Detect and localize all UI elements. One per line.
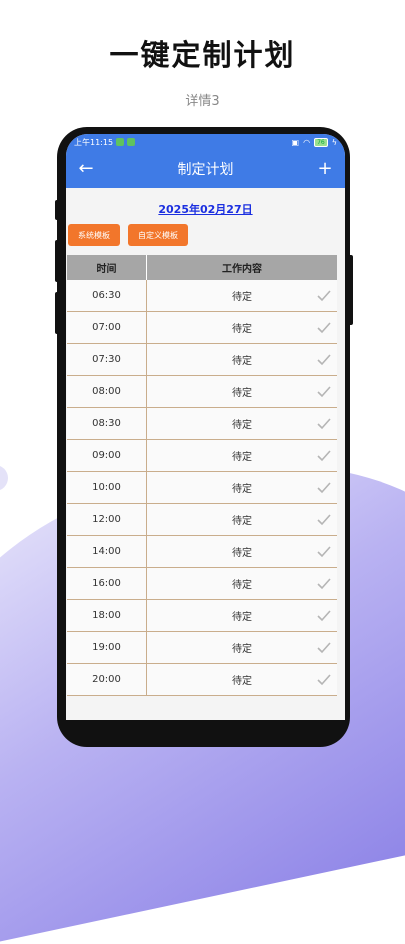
checkmark-icon[interactable]	[317, 385, 331, 399]
back-arrow-icon[interactable]: ←	[76, 160, 96, 178]
date-picker-link[interactable]: 2025年02月27日	[158, 203, 252, 216]
table-row[interactable]: 16:00 待定	[67, 568, 337, 600]
row-task[interactable]: 待定	[147, 408, 337, 439]
row-time: 08:30	[67, 408, 147, 439]
table-row[interactable]: 07:00 待定	[67, 312, 337, 344]
promo-headline: 一键定制计划	[109, 38, 296, 72]
phone-side-button	[55, 292, 60, 334]
row-task[interactable]: 待定	[147, 504, 337, 535]
checkmark-icon[interactable]	[317, 513, 331, 527]
checkmark-icon[interactable]	[317, 673, 331, 687]
checkmark-icon[interactable]	[317, 353, 331, 367]
checkmark-icon[interactable]	[317, 577, 331, 591]
row-task-label: 待定	[232, 516, 252, 527]
row-task[interactable]: 待定	[147, 280, 337, 311]
checkmark-icon[interactable]	[317, 289, 331, 303]
phone-side-button	[55, 200, 60, 220]
table-header: 时间 工作内容	[67, 255, 337, 280]
schedule-table: 时间 工作内容 06:30 待定 07:00 待定 07:30 待定 08:00 待定 08:3…	[67, 255, 337, 696]
row-task-label: 待定	[232, 612, 252, 623]
row-task-label: 待定	[232, 292, 252, 303]
app-bar: ← 制定计划 +	[66, 150, 345, 188]
notification-icon	[116, 138, 125, 146]
row-time: 09:00	[67, 440, 147, 471]
checkmark-icon[interactable]	[317, 321, 331, 335]
table-row[interactable]: 10:00 待定	[67, 472, 337, 504]
row-time: 19:00	[67, 632, 147, 663]
row-task-label: 待定	[232, 420, 252, 431]
row-time: 10:00	[67, 472, 147, 503]
row-task[interactable]: 待定	[147, 472, 337, 503]
row-time: 07:00	[67, 312, 147, 343]
sim-icon: ▣	[291, 137, 300, 147]
row-time: 20:00	[67, 664, 147, 695]
checkmark-icon[interactable]	[317, 641, 331, 655]
phone-screen: 上午11:15 ▣ ◠ 76 ϟ ← 制定计划 + 2025年02月27日 系统…	[66, 134, 345, 720]
header-time: 时间	[96, 264, 117, 275]
row-task[interactable]: 待定	[147, 440, 337, 471]
row-task-label: 待定	[232, 324, 252, 335]
row-task[interactable]: 待定	[147, 536, 337, 567]
table-row[interactable]: 18:00 待定	[67, 600, 337, 632]
checkmark-icon[interactable]	[317, 417, 331, 431]
system-template-button[interactable]: 系统模板	[68, 224, 120, 246]
status-time: 上午11:15	[74, 137, 114, 147]
add-icon[interactable]: +	[315, 160, 335, 178]
row-task-label: 待定	[232, 452, 252, 463]
background-dot	[0, 465, 8, 491]
row-time: 07:30	[67, 344, 147, 375]
phone-side-button	[348, 255, 353, 325]
promo-subline: 详情3	[185, 94, 220, 109]
row-task[interactable]: 待定	[147, 376, 337, 407]
custom-template-button[interactable]: 自定义模板	[128, 224, 188, 246]
row-time: 08:00	[67, 376, 147, 407]
table-row[interactable]: 19:00 待定	[67, 632, 337, 664]
table-row[interactable]: 12:00 待定	[67, 504, 337, 536]
row-task-label: 待定	[232, 388, 252, 399]
row-time: 18:00	[67, 600, 147, 631]
row-task[interactable]: 待定	[147, 632, 337, 663]
row-time: 14:00	[67, 536, 147, 567]
battery-icon: 76	[314, 137, 328, 147]
table-row[interactable]: 08:00 待定	[67, 376, 337, 408]
table-row[interactable]: 09:00 待定	[67, 440, 337, 472]
row-time: 16:00	[67, 568, 147, 599]
table-row[interactable]: 07:30 待定	[67, 344, 337, 376]
table-row[interactable]: 14:00 待定	[67, 536, 337, 568]
row-task[interactable]: 待定	[147, 312, 337, 343]
notification-icon	[127, 138, 136, 146]
row-task-label: 待定	[232, 644, 252, 655]
row-time: 12:00	[67, 504, 147, 535]
row-task-label: 待定	[232, 356, 252, 367]
status-bar: 上午11:15 ▣ ◠ 76 ϟ	[66, 134, 345, 150]
row-task-label: 待定	[232, 548, 252, 559]
charging-icon: ϟ	[331, 137, 337, 147]
checkmark-icon[interactable]	[317, 449, 331, 463]
header-work-content: 工作内容	[146, 255, 337, 280]
wifi-icon: ◠	[303, 137, 311, 147]
table-row[interactable]: 08:30 待定	[67, 408, 337, 440]
row-time: 06:30	[67, 280, 147, 311]
row-task[interactable]: 待定	[147, 568, 337, 599]
row-task[interactable]: 待定	[147, 664, 337, 695]
phone-side-button	[55, 240, 60, 282]
row-task-label: 待定	[232, 580, 252, 591]
table-row[interactable]: 06:30 待定	[67, 280, 337, 312]
row-task[interactable]: 待定	[147, 344, 337, 375]
checkmark-icon[interactable]	[317, 609, 331, 623]
row-task[interactable]: 待定	[147, 600, 337, 631]
page-title: 制定计划	[177, 162, 234, 178]
checkmark-icon[interactable]	[317, 481, 331, 495]
row-task-label: 待定	[232, 676, 252, 687]
row-task-label: 待定	[232, 484, 252, 495]
checkmark-icon[interactable]	[317, 545, 331, 559]
table-row[interactable]: 20:00 待定	[67, 664, 337, 696]
